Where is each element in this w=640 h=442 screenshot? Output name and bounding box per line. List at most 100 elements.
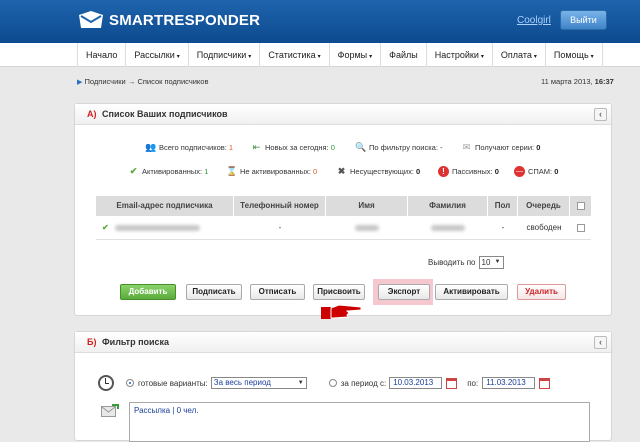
logo[interactable]: SMARTRESPONDER — [77, 9, 260, 31]
col-surname[interactable]: Фамилия — [408, 196, 488, 216]
activate-button[interactable]: Активировать — [435, 284, 508, 300]
nav-item-2[interactable]: Подписчики ▾ — [187, 43, 260, 67]
preset-radio[interactable] — [126, 379, 134, 387]
brand-name: SMARTRESPONDER — [109, 11, 261, 29]
breadcrumb-parent[interactable]: Подписчики — [84, 77, 125, 86]
nav-item-label: Статистика — [268, 50, 316, 60]
nav-item-label: Рассылки — [134, 50, 175, 60]
alert-icon: ! — [438, 166, 449, 177]
subscribers-table: Email-адрес подписчика Телефонный номер … — [96, 196, 591, 240]
cell-select[interactable] — [570, 216, 591, 239]
date-time: 16:37 — [594, 77, 614, 86]
nav-item-1[interactable]: Рассылки ▾ — [125, 43, 187, 67]
collapse-icon[interactable]: ‹ — [594, 108, 607, 121]
panel-letter: Б) — [87, 337, 97, 347]
col-select-all[interactable] — [570, 196, 591, 216]
panel-title: Фильтр поиска — [101, 337, 170, 347]
row-checkbox[interactable] — [576, 223, 585, 232]
chevron-down-icon: ▾ — [317, 54, 321, 60]
nav-item-label: Настройки — [434, 50, 479, 60]
mail-list-icon — [101, 404, 119, 420]
current-date: 11 марта 2013, 16:37 — [541, 77, 614, 86]
stat-passive: ! Пассивных: 0 — [438, 166, 499, 177]
search-icon: 🔍 — [355, 142, 367, 152]
chevron-down-icon: ▾ — [369, 54, 373, 60]
per-page-select[interactable]: 10 ▼ — [478, 256, 504, 269]
logout-button[interactable]: Выйти — [560, 10, 607, 30]
chevron-down-icon: ▼ — [297, 380, 304, 386]
calendar-icon[interactable] — [446, 377, 458, 389]
collapse-icon[interactable]: ‹ — [594, 336, 607, 349]
top-header: SMARTRESPONDER Coolgirl Выйти — [0, 0, 640, 43]
nav-item-6[interactable]: Настройки ▾ — [425, 43, 492, 67]
cell-surname — [408, 216, 488, 239]
chevron-down-icon: ▾ — [590, 54, 594, 60]
triangle-icon: ▶ — [77, 79, 83, 86]
breadcrumb-separator: → — [127, 77, 136, 86]
breadcrumb: ▶ Подписчики → Список подписчиков — [77, 77, 208, 86]
date-from-input[interactable]: 10.03.2013 — [389, 377, 443, 389]
to-label: по: — [467, 378, 479, 388]
mailing-list-box[interactable]: Рассылка | 0 чел. — [129, 402, 590, 442]
chevron-down-icon: ▼ — [494, 259, 501, 265]
col-phone[interactable]: Телефонный номер — [234, 196, 326, 216]
preset-label: готовые варианты: — [138, 378, 208, 388]
nav-item-5[interactable]: Файлы — [380, 43, 426, 67]
username-link[interactable]: Coolgirl — [517, 15, 551, 26]
breadcrumb-current: Список подписчиков — [137, 77, 209, 86]
stat-activated: ✔ Активированных: 1 — [129, 166, 209, 176]
cell-gender: - — [501, 223, 505, 232]
col-gender[interactable]: Пол — [488, 196, 518, 216]
per-page-control: Выводить по 10 ▼ — [428, 256, 504, 269]
nav-item-4[interactable]: Формы ▾ — [328, 43, 381, 67]
stat-filter: 🔍 По фильтру поиска: - — [355, 142, 443, 152]
nav-item-label: Подписчики — [196, 50, 247, 60]
stop-icon: — — [514, 166, 525, 177]
period-label: за период с: — [340, 378, 387, 388]
stat-series: ✉ Получают серии: 0 — [462, 142, 541, 152]
delete-button[interactable]: Удалить — [517, 284, 566, 300]
cell-phone: - — [278, 223, 282, 232]
period-radio[interactable] — [328, 379, 337, 387]
nav-item-label: Начало — [86, 50, 118, 60]
stat-nonexistent: ✖ Несуществующих: 0 — [337, 166, 421, 176]
chevron-down-icon: ▾ — [480, 54, 484, 60]
export-button[interactable]: Экспорт — [378, 284, 430, 300]
clock-icon — [98, 375, 114, 391]
unsubscribe-button[interactable]: Отписать — [250, 284, 305, 300]
chevron-down-icon: ▾ — [248, 54, 252, 60]
stat-new-today: ⇤ Новых за сегодня: 0 — [252, 142, 335, 152]
calendar-icon[interactable] — [539, 377, 551, 389]
panel-header: А) Список Ваших подписчиков ‹ — [75, 104, 611, 125]
col-name[interactable]: Имя — [326, 196, 408, 216]
list-item[interactable]: Рассылка | 0 чел. — [134, 406, 199, 415]
cell-email[interactable]: ✔ — [96, 216, 234, 239]
envelope-icon: ✉ — [462, 142, 471, 152]
preset-select[interactable]: За весь период ▼ — [210, 377, 307, 389]
nav-item-label: Помощь — [553, 50, 589, 60]
nav-item-3[interactable]: Статистика ▾ — [259, 43, 328, 67]
date-to-input[interactable]: 11.03.2013 — [482, 377, 536, 389]
blurred-name — [355, 224, 379, 231]
date-day: 11 марта 2013, — [541, 77, 593, 86]
blurred-surname — [431, 224, 465, 231]
assign-button[interactable]: Присвоить — [313, 284, 365, 300]
col-email[interactable]: Email-адрес подписчика — [96, 196, 234, 216]
blurred-email — [114, 224, 200, 231]
stat-total: 👥 Всего подписчиков: 1 — [145, 142, 234, 152]
nav-item-label: Файлы — [389, 50, 418, 60]
cell-queue: свободен — [526, 223, 562, 232]
chevron-down-icon: ▾ — [533, 54, 537, 60]
add-button[interactable]: Добавить — [120, 284, 176, 300]
main-nav: Начало Рассылки ▾ Подписчики ▾ Статистика ▾ Фор… — [0, 43, 640, 67]
select-all-checkbox[interactable] — [576, 201, 585, 210]
subscribe-button[interactable]: Подписать — [186, 284, 242, 300]
chevron-down-icon: ▾ — [176, 54, 180, 60]
nav-item-0[interactable]: Начало — [77, 43, 125, 67]
panel-header: Б) Фильтр поиска ‹ — [75, 332, 611, 353]
table-row[interactable]: ✔ - - свободен — [96, 216, 591, 240]
stat-not-activated: ⌛ Не активированных: 0 — [226, 166, 318, 176]
nav-item-7[interactable]: Оплата ▾ — [491, 43, 545, 67]
nav-item-8[interactable]: Помощь ▾ — [544, 43, 603, 67]
col-queue[interactable]: Очередь — [518, 196, 570, 216]
